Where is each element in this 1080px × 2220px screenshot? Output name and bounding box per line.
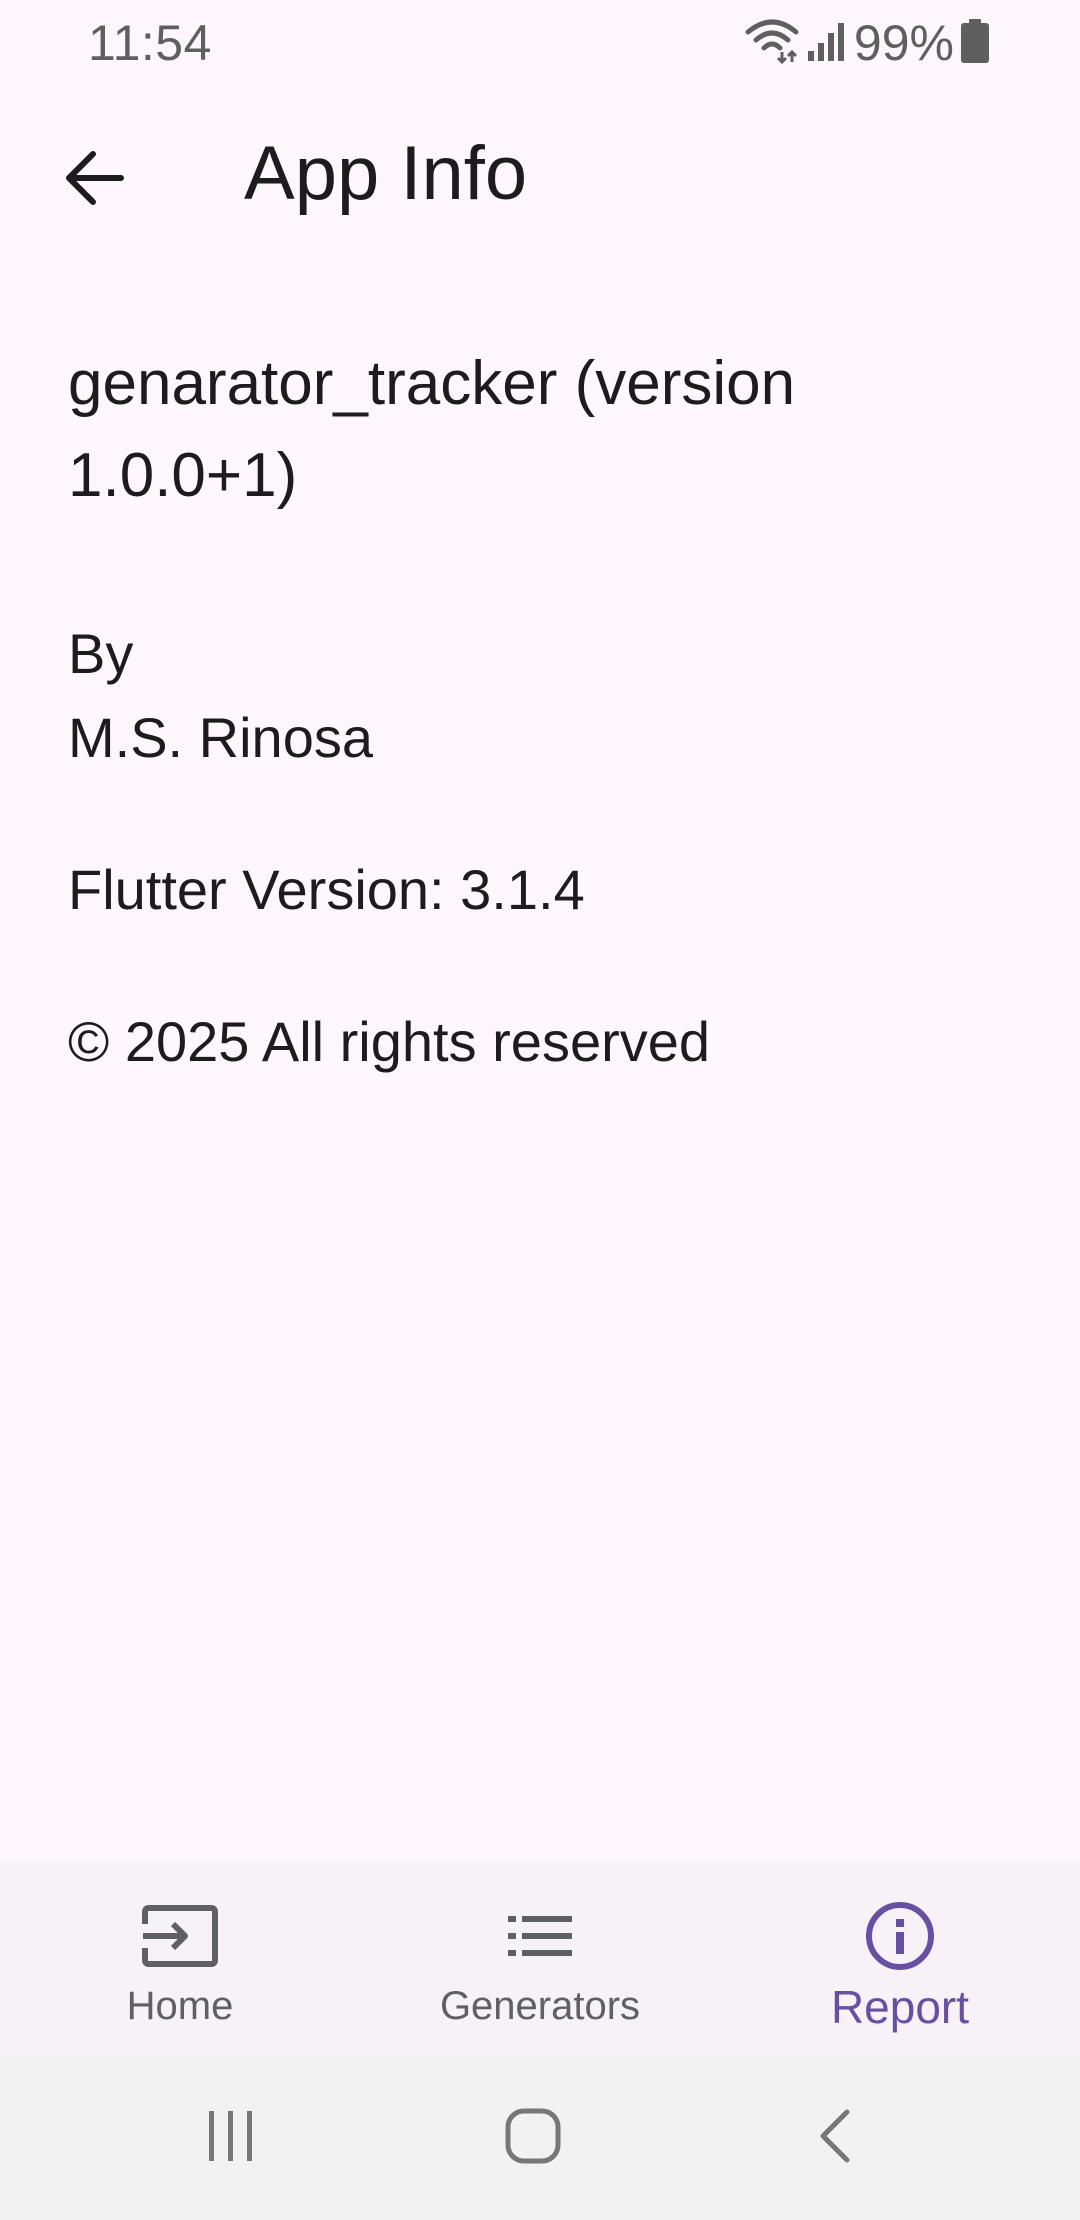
author-block: By M.S. Rinosa — [68, 612, 1018, 780]
input-icon — [140, 1896, 220, 1976]
bottom-navigation: Home Generators Report — [0, 1862, 1080, 2058]
app-info-content: genarator_tracker (version 1.0.0+1) By M… — [68, 338, 1018, 1084]
nav-label-report: Report — [830, 1981, 970, 2033]
app-name-version: genarator_tracker (version 1.0.0+1) — [68, 349, 796, 510]
system-back-button[interactable] — [790, 2098, 880, 2178]
nav-item-home[interactable]: Home — [0, 1862, 360, 2058]
list-icon — [500, 1896, 580, 1976]
recent-apps-button[interactable] — [186, 2098, 276, 2178]
app-bar: App Info — [0, 100, 1080, 252]
wifi-icon — [744, 18, 800, 69]
recent-apps-icon — [205, 2109, 257, 2168]
page-title: App Info — [244, 131, 528, 216]
status-time: 11:54 — [88, 15, 212, 71]
system-navigation-bar — [0, 2058, 1080, 2220]
back-icon — [815, 2108, 855, 2169]
arrow-back-icon — [63, 150, 125, 211]
nav-label-home: Home — [126, 1984, 234, 2028]
status-icons: 99% — [744, 14, 990, 72]
system-home-button[interactable] — [488, 2098, 578, 2178]
author-name: M.S. Rinosa — [68, 706, 373, 769]
nav-item-report[interactable]: Report — [720, 1862, 1080, 2058]
home-icon — [504, 2107, 562, 2170]
battery-percent: 99% — [853, 15, 954, 71]
info-icon — [860, 1896, 940, 1976]
by-label: By — [68, 622, 134, 685]
back-button[interactable] — [48, 134, 140, 226]
flutter-version: Flutter Version: 3.1.4 — [68, 858, 585, 921]
app-info-screen: 11:54 99% App Info genarator_tracker (ve… — [0, 0, 1080, 2220]
nav-label-generators: Generators — [439, 1984, 641, 2028]
signal-icon — [806, 19, 848, 68]
status-bar: 11:54 99% — [0, 0, 1080, 86]
copyright-text: © 2025 All rights reserved — [68, 1010, 711, 1073]
nav-item-generators[interactable]: Generators — [360, 1862, 720, 2058]
battery-icon — [960, 18, 990, 69]
